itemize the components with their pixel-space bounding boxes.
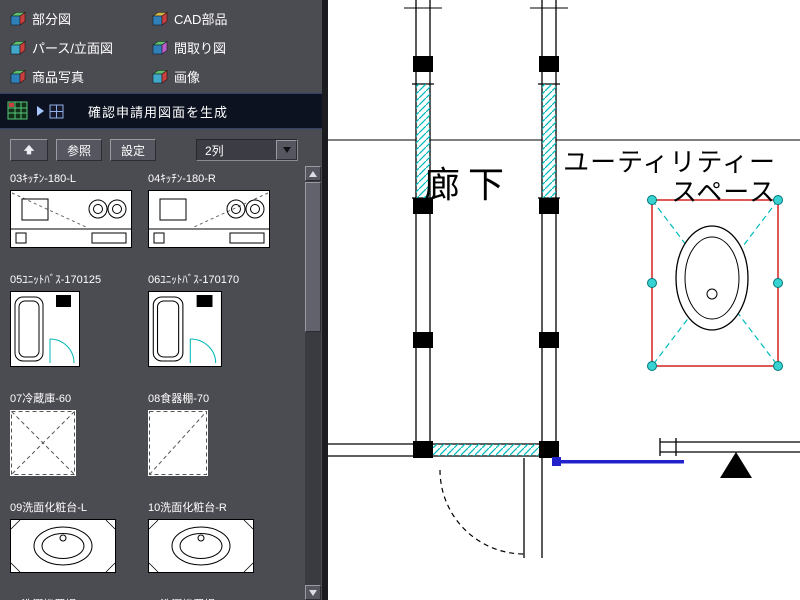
nav-button-perspective-elevation[interactable]: パース/立面図 [10,36,152,59]
catalog-item-refrigerator-60[interactable]: 07冷蔵庫-60 [10,392,148,481]
scroll-down-button[interactable] [305,585,321,600]
refrigerator-thumbnail [10,410,76,476]
floor-plan-canvas[interactable]: 廊下 ユーティリティー スペース [328,0,800,600]
columns-selected-value: 2列 [205,142,224,159]
item-label: 09洗面化粧台-L [10,501,148,515]
nav-label: 画像 [174,67,200,86]
scroll-up-button[interactable] [305,166,321,181]
list-scrollbar[interactable] [305,166,321,600]
catalog-item-vanity-r[interactable]: 10洗面化粧台-R [148,501,286,578]
nav-label: 間取り図 [174,38,226,57]
columns-dropdown[interactable]: 2列 [196,139,298,161]
catalog-item-unit-bath-170170[interactable]: 06ﾕﾆｯﾄﾊﾞｽ-170170 [148,273,286,372]
cube-icon [10,69,26,85]
door-swing-arc [440,470,524,554]
up-level-button[interactable] [10,139,48,161]
cube-icon [10,40,26,56]
item-label: 05ﾕﾆｯﾄﾊﾞｽ-170125 [10,273,148,287]
floor-plan-drawing [328,0,800,600]
arrow-up-icon [22,143,36,157]
catalog-item-kitchen-180-r[interactable]: 04ｷｯﾁﾝ-180-R [148,172,286,253]
nav-label: パース/立面図 [32,38,113,57]
unit-bath-thumbnail [148,291,222,367]
nav-button-partial-drawing[interactable]: 部分図 [10,7,152,30]
dropdown-arrow-button[interactable] [276,140,297,160]
sidebar: 部分図 CAD部品 パース/立面図 [0,0,322,600]
item-label: 07冷蔵庫-60 [10,392,148,406]
list-row: 05ﾕﾆｯﾄﾊﾞｽ-170125 06ﾕﾆｯﾄﾊﾞｽ-170170 [10,273,302,372]
catalog-item-vanity-l[interactable]: 09洗面化粧台-L [10,501,148,578]
generate-button-label: 確認申請用図面を生成 [88,102,228,121]
catalog-item-cupboard-70[interactable]: 08食器棚-70 [148,392,286,481]
kitchen-thumbnail [148,190,270,248]
scroll-up-icon [309,171,317,177]
cad-app-window: 部分図 CAD部品 パース/立面図 [0,0,800,600]
nav-label: 商品写真 [32,67,84,86]
cupboard-thumbnail [148,410,208,476]
drawing-sheet-icon [6,99,30,123]
catalog-item-kitchen-180-l[interactable]: 03ｷｯﾁﾝ-180-L [10,172,148,253]
selected-washbasin[interactable] [648,196,783,371]
nav-label: CAD部品 [174,9,227,28]
cube-icon [152,40,168,56]
parts-catalog-list: 03ｷｯﾁﾝ-180-L [0,166,302,600]
vanity-thumbnail [148,519,254,573]
unit-bath-thumbnail [10,291,80,367]
grid-sheet-icon [49,104,64,119]
settings-button[interactable]: 設定 [110,139,156,161]
chevron-down-icon [283,147,291,153]
category-nav: 部分図 CAD部品 パース/立面図 [0,0,322,88]
kitchen-thumbnail [10,190,132,248]
nav-button-floor-plan[interactable]: 間取り図 [152,36,302,59]
item-label: 03ｷｯﾁﾝ-180-L [10,172,148,186]
nav-button-product-photo[interactable]: 商品写真 [10,65,152,88]
catalog-item-unit-bath-170125[interactable]: 05ﾕﾆｯﾄﾊﾞｽ-170125 [10,273,148,372]
cube-icon [152,69,168,85]
selected-wall-line[interactable] [552,457,684,466]
pillars [413,56,559,458]
cube-icon [10,11,26,27]
list-row: 03ｷｯﾁﾝ-180-L [10,172,302,253]
item-label: 10洗面化粧台-R [148,501,286,515]
play-icon [37,106,44,116]
room-label-utility-line2: スペース [671,172,776,209]
vanity-thumbnail [10,519,116,573]
item-label: 06ﾕﾆｯﾄﾊﾞｽ-170170 [148,273,286,287]
nav-button-image[interactable]: 画像 [152,65,302,88]
scroll-down-icon [309,590,317,596]
list-row: 07冷蔵庫-60 08食器棚-70 [10,392,302,481]
nav-button-cad-parts[interactable]: CAD部品 [152,7,302,30]
cube-icon [152,11,168,27]
room-label-corridor: 廊下 [424,156,512,208]
list-toolbar: 参照 設定 2列 [0,129,322,166]
item-label: 04ｷｯﾁﾝ-180-R [148,172,286,186]
generate-approval-drawing-button[interactable]: 確認申請用図面を生成 [0,93,322,129]
list-row: 09洗面化粧台-L [10,501,302,578]
scrollbar-thumb[interactable] [305,182,321,332]
reference-button[interactable]: 参照 [56,139,102,161]
triangle-marker [720,452,752,478]
item-label: 08食器棚-70 [148,392,286,406]
nav-label: 部分図 [32,9,71,28]
